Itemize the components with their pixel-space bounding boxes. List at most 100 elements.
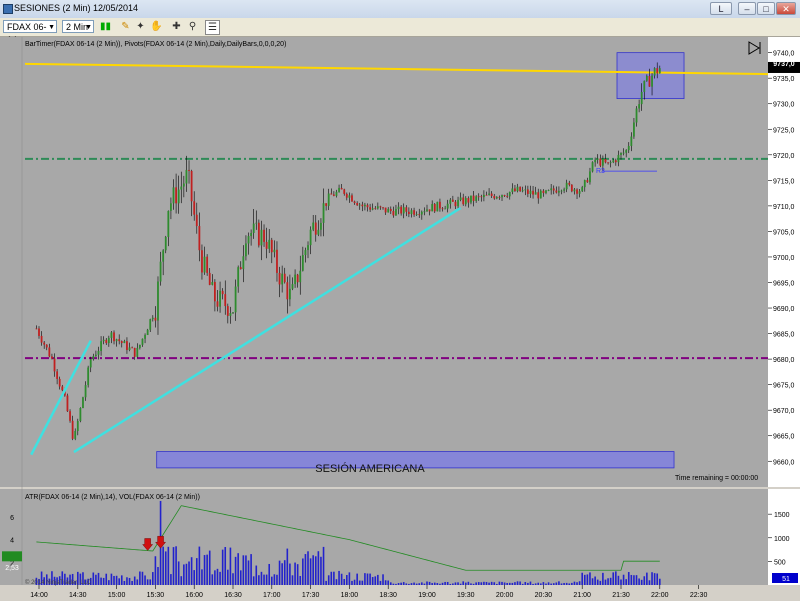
candle-body bbox=[242, 256, 245, 270]
candle-body bbox=[255, 222, 258, 224]
volume-bar bbox=[333, 571, 335, 585]
volume-bar bbox=[216, 568, 219, 585]
down-arrow-icon bbox=[155, 536, 167, 549]
candle-body bbox=[488, 193, 490, 195]
candle-body bbox=[353, 201, 356, 204]
time-tick-label: 15:30 bbox=[147, 592, 165, 599]
price-tick-label: 9690,0 bbox=[773, 306, 795, 313]
atr-last-badge: 2,53 bbox=[5, 565, 19, 572]
price-tick-label: 9715,0 bbox=[773, 178, 795, 185]
candle-body bbox=[558, 190, 560, 193]
volume-bar bbox=[490, 581, 493, 585]
volume-bar bbox=[532, 583, 534, 585]
candle-body bbox=[586, 180, 589, 183]
candle-body bbox=[170, 203, 172, 211]
volume-bar bbox=[335, 579, 338, 585]
volume-bar bbox=[265, 574, 268, 585]
candle-body bbox=[376, 206, 379, 209]
candle-body bbox=[539, 190, 542, 199]
candle-body bbox=[48, 347, 51, 357]
candle-body bbox=[43, 342, 46, 345]
volume-bar bbox=[208, 550, 211, 585]
volume-bar bbox=[573, 581, 576, 585]
volume-bar bbox=[612, 572, 615, 585]
candle-body bbox=[614, 160, 617, 163]
volume-bar bbox=[410, 583, 413, 585]
candle-body bbox=[361, 204, 364, 207]
price-tick-label: 9735,0 bbox=[773, 76, 795, 83]
time-tick-label: 16:00 bbox=[185, 592, 203, 599]
candle-body bbox=[563, 189, 565, 191]
volume-bar bbox=[361, 580, 364, 585]
volume-bar bbox=[278, 560, 281, 585]
candle-body bbox=[232, 312, 234, 314]
candle-body bbox=[521, 190, 524, 192]
volume-bar bbox=[421, 582, 423, 585]
candle-body bbox=[268, 239, 271, 249]
price-tick-label: 9665,0 bbox=[773, 434, 795, 441]
candle-body bbox=[340, 187, 343, 190]
candle-body bbox=[622, 152, 625, 154]
candle-body bbox=[379, 206, 382, 208]
candle-body bbox=[35, 328, 38, 330]
volume-bar bbox=[157, 567, 159, 585]
volume-bar bbox=[273, 574, 276, 585]
candle-body bbox=[38, 328, 40, 336]
volume-bar bbox=[428, 581, 431, 585]
candle-body bbox=[144, 335, 146, 339]
volume-bar bbox=[227, 569, 229, 585]
candle-body bbox=[286, 282, 289, 300]
candle-body bbox=[407, 211, 410, 215]
candle-body bbox=[320, 222, 322, 230]
candle-body bbox=[576, 189, 578, 194]
candle-body bbox=[485, 194, 488, 196]
candle-body bbox=[405, 207, 408, 212]
candle-body bbox=[601, 159, 604, 166]
candle-body bbox=[74, 431, 77, 439]
candle-body bbox=[428, 209, 431, 212]
volume-bar bbox=[552, 583, 555, 585]
volume-bar bbox=[283, 560, 286, 585]
volume-bar bbox=[540, 583, 542, 585]
volume-bar bbox=[358, 580, 361, 585]
candle-body bbox=[162, 250, 165, 262]
volume-bar bbox=[591, 578, 594, 585]
candle-body bbox=[581, 187, 584, 192]
candle-body bbox=[413, 210, 415, 215]
session-zone-label: SESIÓN AMERICANA bbox=[315, 462, 425, 475]
candle-body bbox=[294, 274, 296, 285]
volume-bar bbox=[152, 572, 154, 585]
time-tick-label: 22:00 bbox=[651, 592, 669, 599]
candle-body bbox=[645, 76, 648, 81]
price-tick-label: 9725,0 bbox=[773, 127, 795, 134]
candle-body bbox=[270, 239, 273, 253]
volume-bar bbox=[115, 575, 118, 585]
volume-bar bbox=[214, 570, 216, 585]
volume-bar bbox=[545, 583, 547, 585]
candle-body bbox=[519, 186, 522, 192]
volume-bar bbox=[364, 573, 366, 585]
candle-body bbox=[208, 272, 211, 285]
volume-bar bbox=[571, 582, 573, 585]
candle-body bbox=[384, 207, 387, 213]
volume-bar bbox=[426, 581, 428, 585]
candle-body bbox=[113, 332, 115, 342]
volume-bar bbox=[260, 571, 263, 585]
volume-bar bbox=[651, 572, 653, 585]
candle-body bbox=[534, 192, 537, 195]
atr-tick-label: 4 bbox=[10, 538, 14, 545]
volume-bar bbox=[488, 582, 490, 585]
candle-body bbox=[609, 162, 612, 164]
candle-body bbox=[301, 255, 304, 271]
candle-body bbox=[462, 197, 465, 205]
vol-last-badge: 51 bbox=[782, 576, 790, 583]
volume-bar bbox=[519, 581, 521, 585]
play-icon bbox=[748, 41, 761, 55]
candle-body bbox=[542, 190, 545, 194]
vol-tick-label: 1500 bbox=[774, 512, 790, 519]
candle-body bbox=[131, 347, 134, 349]
volume-bar bbox=[568, 583, 571, 585]
volume-bar bbox=[291, 575, 294, 585]
volume-bar bbox=[110, 573, 113, 585]
candle-body bbox=[330, 193, 333, 195]
